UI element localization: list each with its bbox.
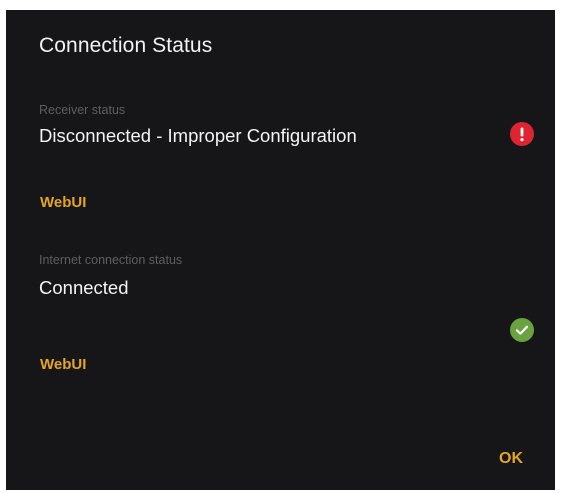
internet-status-caption: Internet connection status xyxy=(39,253,183,267)
receiver-webui-link[interactable]: WebUI xyxy=(40,194,86,211)
ok-button[interactable]: OK xyxy=(499,450,523,468)
receiver-status-caption: Receiver status xyxy=(39,103,126,117)
receiver-status-value: Disconnected - Improper Configuration xyxy=(39,125,357,146)
error-icon xyxy=(510,122,534,146)
internet-status-value: Connected xyxy=(39,277,129,298)
connection-status-dialog: Connection Status Receiver status Discon… xyxy=(6,10,555,490)
internet-webui-link[interactable]: WebUI xyxy=(40,356,86,373)
check-circle-icon xyxy=(510,318,534,342)
dialog-title: Connection Status xyxy=(39,34,213,57)
